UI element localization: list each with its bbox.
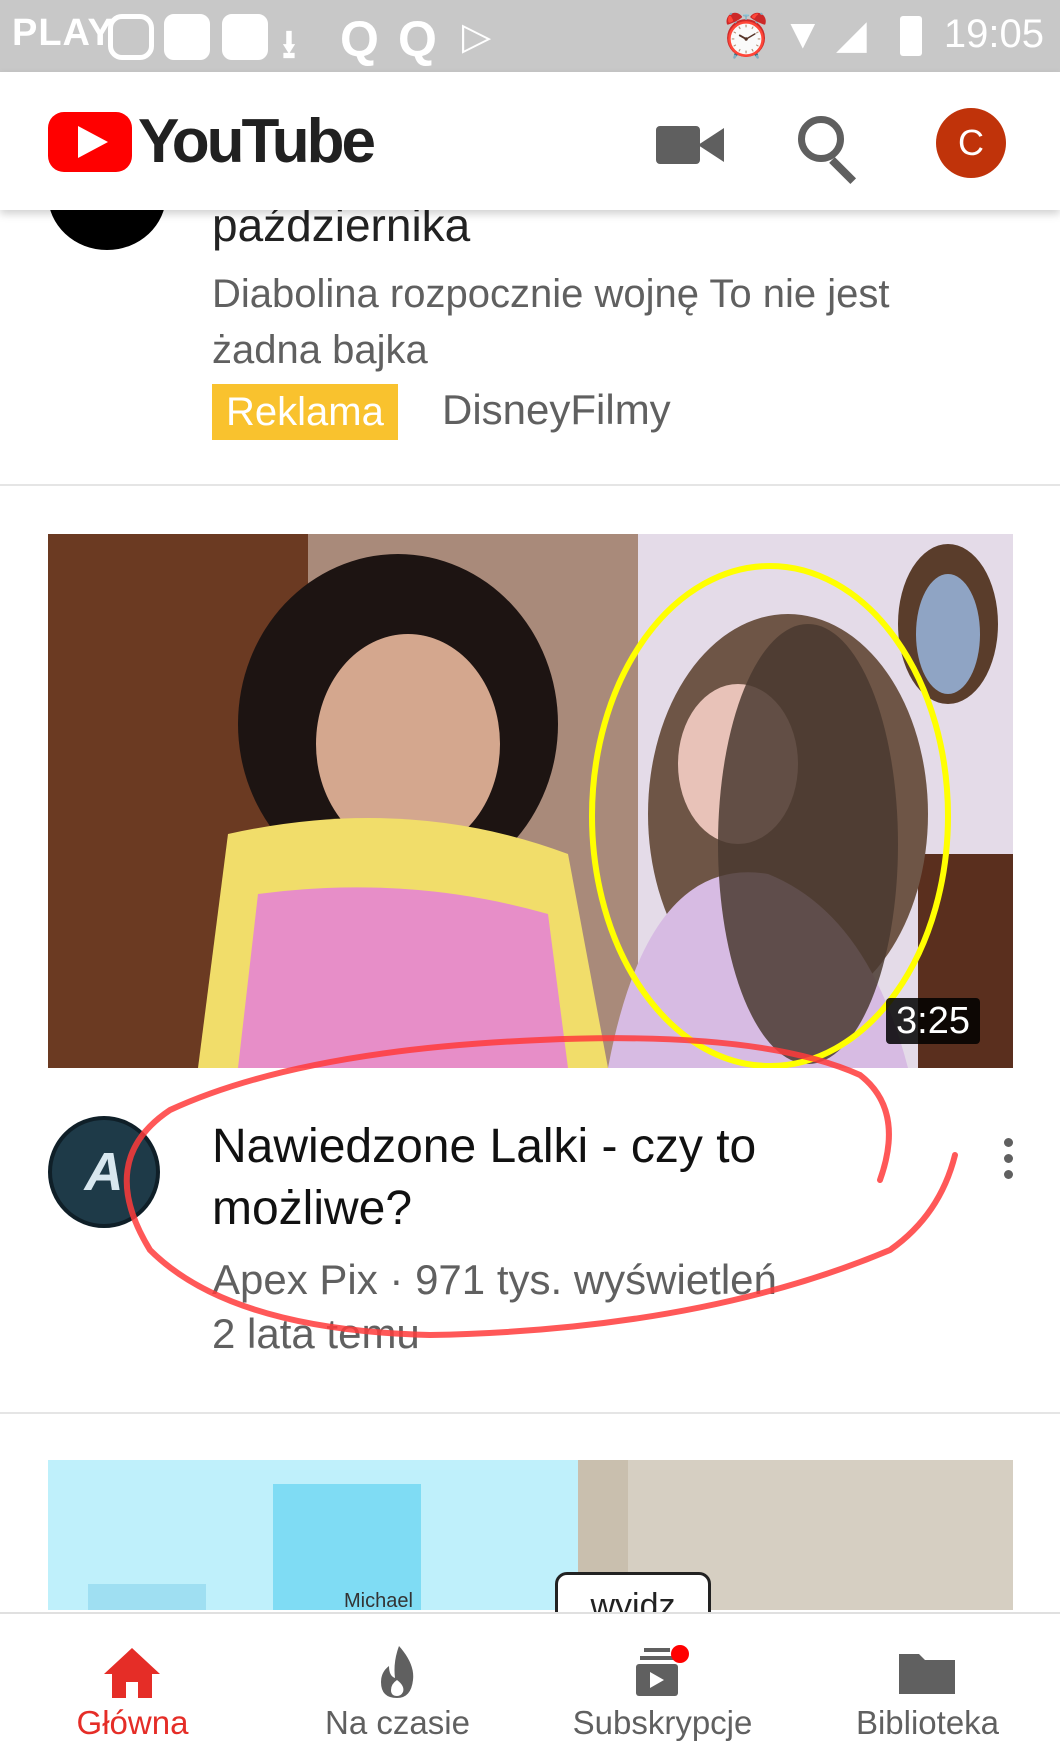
cat-app-icon <box>222 14 268 60</box>
next-video-thumbnail[interactable]: Michael <box>48 1460 1013 1610</box>
flame-icon <box>381 1646 414 1698</box>
upload-button[interactable] <box>640 108 730 180</box>
more-vert-icon <box>1004 1154 1013 1163</box>
search-handle-icon <box>829 157 857 185</box>
q-app-icon: Q <box>340 11 379 67</box>
search-icon <box>798 116 844 162</box>
nav-subscriptions[interactable]: Subskrypcje <box>530 1614 795 1758</box>
divider <box>0 1412 1060 1414</box>
more-options-button[interactable] <box>992 1134 1028 1184</box>
camera-icon <box>656 126 700 164</box>
next-thumbnail-image <box>48 1460 1013 1610</box>
cat-app-icon <box>164 14 210 60</box>
video-metadata[interactable]: Apex Pix · 971 tys. wyświetleń <box>212 1256 912 1304</box>
youtube-wordmark[interactable]: YouTube <box>138 106 376 177</box>
instagram-icon <box>108 14 154 60</box>
video-duration: 3:25 <box>886 998 980 1044</box>
status-bar: PLAY ⭳ Q Q ▷ ⏰ ▼ ◢ 19:05 <box>0 0 1060 72</box>
video-title[interactable]: Nawiedzone Lalki - czy to możliwe? <box>212 1116 852 1240</box>
subscriptions-icon <box>636 1645 689 1696</box>
nav-trending[interactable]: Na czasie <box>265 1614 530 1758</box>
thumbnail-image <box>48 534 1013 1068</box>
more-vert-icon <box>1004 1170 1013 1179</box>
divider <box>0 484 1060 486</box>
play-triangle-icon <box>78 126 108 158</box>
wifi-icon: ▼ <box>782 10 824 57</box>
alarm-icon: ⏰ <box>720 12 773 59</box>
battery-icon <box>900 16 922 56</box>
home-icon <box>104 1648 160 1698</box>
ad-channel-name[interactable]: DisneyFilmy <box>442 386 671 434</box>
ad-description[interactable]: Diabolina rozpocznie wojnę To nie jest ż… <box>212 266 912 378</box>
signal-icon: ◢ <box>836 13 867 57</box>
video-age: 2 lata temu <box>212 1310 420 1357</box>
clock: 19:05 <box>943 12 1044 56</box>
account-avatar-button[interactable]: C <box>936 108 1006 178</box>
nav-home[interactable]: Główna <box>0 1614 265 1758</box>
nav-subscriptions-label: Subskrypcje <box>572 1704 753 1741</box>
carrier-label: PLAY <box>12 12 114 54</box>
nav-home-label: Główna <box>76 1704 189 1741</box>
next-thumbnail-caption: Michael <box>344 1590 413 1610</box>
app-bar: YouTube C <box>0 72 1060 210</box>
video-thumbnail[interactable]: 3:25 <box>48 534 1013 1068</box>
q-app-icon: Q <box>398 11 437 67</box>
camera-lens-icon <box>698 128 724 162</box>
nav-trending-label: Na czasie <box>325 1704 470 1741</box>
bottom-navigation: Główna Na czasie Subskrypcje Biblioteka <box>0 1612 1060 1758</box>
nav-library[interactable]: Biblioteka <box>795 1614 1060 1758</box>
more-vert-icon <box>1004 1138 1013 1147</box>
play-store-icon: ▷ <box>462 16 492 58</box>
nav-library-label: Biblioteka <box>855 1704 1000 1741</box>
ad-badge: Reklama <box>212 384 398 440</box>
search-button[interactable] <box>780 102 870 186</box>
channel-avatar[interactable]: A <box>48 1116 160 1228</box>
folder-icon <box>899 1654 955 1694</box>
